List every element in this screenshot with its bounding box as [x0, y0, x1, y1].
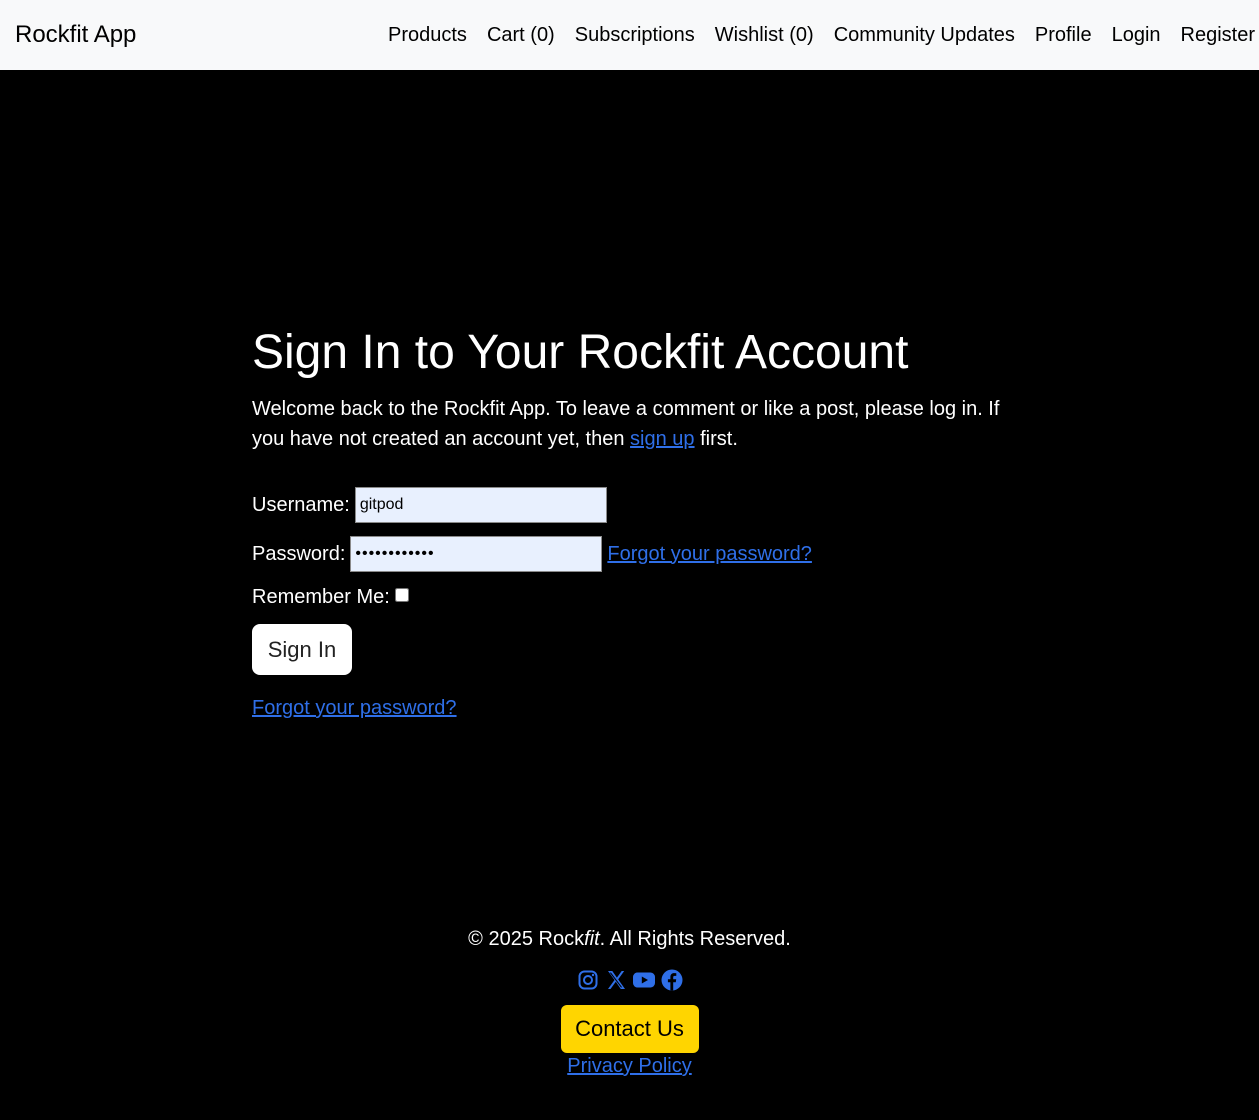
page-title: Sign In to Your Rockfit Account — [252, 326, 909, 379]
copyright-suffix: . All Rights Reserved. — [599, 928, 791, 950]
facebook-icon[interactable] — [660, 968, 684, 992]
nav-links: Products Cart (0) Subscriptions Wishlist… — [388, 24, 1255, 47]
contact-us-button[interactable]: Contact Us — [560, 1005, 699, 1053]
navbar: Rockfit App Products Cart (0) Subscripti… — [0, 0, 1259, 70]
sign-in-button[interactable]: Sign In — [252, 624, 352, 675]
copyright-prefix: © 2025 Rock — [468, 928, 585, 950]
main-content: Sign In to Your Rockfit Account Welcome … — [252, 324, 1012, 720]
nav-link-community-updates[interactable]: Community Updates — [834, 24, 1015, 47]
youtube-icon[interactable] — [632, 968, 656, 992]
username-row: Username: — [252, 487, 1012, 523]
password-input[interactable] — [350, 536, 603, 572]
nav-link-products[interactable]: Products — [388, 24, 467, 47]
nav-link-profile[interactable]: Profile — [1035, 24, 1092, 47]
intro-text: Welcome back to the Rockfit App. To leav… — [252, 394, 1012, 454]
x-twitter-icon[interactable] — [604, 968, 628, 992]
remember-me-checkbox[interactable] — [394, 588, 409, 602]
password-row: Password: Forgot your password? — [252, 536, 1012, 572]
nav-link-register[interactable]: Register — [1181, 24, 1255, 47]
remember-me-label: Remember Me: — [252, 585, 390, 608]
sign-up-link[interactable]: sign up — [630, 428, 695, 450]
intro-text-before: Welcome back to the Rockfit App. To leav… — [252, 398, 1000, 450]
copyright-text: © 2025 Rockfit. All Rights Reserved. — [0, 924, 1259, 954]
nav-link-login[interactable]: Login — [1112, 24, 1161, 47]
nav-link-wishlist[interactable]: Wishlist (0) — [715, 24, 814, 47]
nav-link-subscriptions[interactable]: Subscriptions — [575, 24, 695, 47]
signin-form: Username: Password: Forgot your password… — [252, 487, 1012, 675]
forgot-password-inline-link[interactable]: Forgot your password? — [607, 543, 812, 566]
intro-text-after: first. — [694, 428, 738, 450]
username-label: Username: — [252, 493, 350, 516]
remember-row: Remember Me: — [252, 582, 1012, 612]
privacy-policy-link[interactable]: Privacy Policy — [567, 1055, 691, 1078]
copyright-italic: fit — [584, 928, 600, 950]
nav-link-cart[interactable]: Cart (0) — [487, 24, 555, 47]
footer: © 2025 Rockfit. All Rights Reserved. Con… — [0, 924, 1259, 1078]
instagram-icon[interactable] — [576, 968, 600, 992]
forgot-password-link[interactable]: Forgot your password? — [252, 697, 457, 720]
social-links — [0, 968, 1259, 992]
brand-link[interactable]: Rockfit App — [15, 21, 136, 49]
username-input[interactable] — [354, 487, 607, 523]
password-label: Password: — [252, 542, 346, 565]
